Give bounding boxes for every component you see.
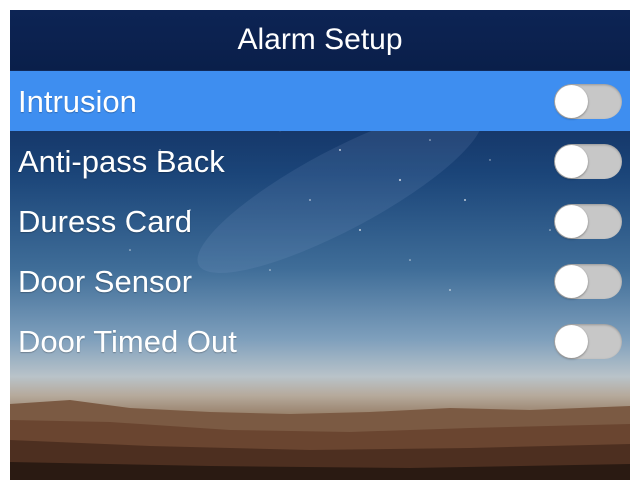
- toggle-knob-icon: [555, 265, 588, 298]
- menu-item-label: Door Timed Out: [18, 324, 237, 359]
- menu-item-door-sensor[interactable]: Door Sensor: [10, 251, 630, 311]
- toggle-knob-icon: [555, 85, 588, 118]
- door-sensor-toggle[interactable]: [554, 264, 622, 299]
- menu-item-label: Door Sensor: [18, 264, 193, 299]
- menu-item-intrusion[interactable]: Intrusion: [10, 71, 630, 131]
- device-screen: Alarm Setup Intrusion Anti-pass Back Dur…: [10, 10, 630, 480]
- toggle-knob-icon: [555, 325, 588, 358]
- menu-item-label: Anti-pass Back: [18, 144, 225, 179]
- duress-card-toggle[interactable]: [554, 204, 622, 239]
- menu-item-label: Duress Card: [18, 204, 192, 239]
- menu-item-anti-pass-back[interactable]: Anti-pass Back: [10, 131, 630, 191]
- menu-item-door-timed-out[interactable]: Door Timed Out: [10, 311, 630, 371]
- page-title: Alarm Setup: [10, 10, 630, 70]
- anti-pass-back-toggle[interactable]: [554, 144, 622, 179]
- door-timed-out-toggle[interactable]: [554, 324, 622, 359]
- toggle-knob-icon: [555, 205, 588, 238]
- menu-item-duress-card[interactable]: Duress Card: [10, 191, 630, 251]
- alarm-setup-menu: Intrusion Anti-pass Back Duress Card Doo…: [10, 71, 630, 371]
- toggle-knob-icon: [555, 145, 588, 178]
- menu-item-label: Intrusion: [18, 84, 137, 119]
- intrusion-toggle[interactable]: [554, 84, 622, 119]
- desert-landscape-background: [10, 400, 630, 480]
